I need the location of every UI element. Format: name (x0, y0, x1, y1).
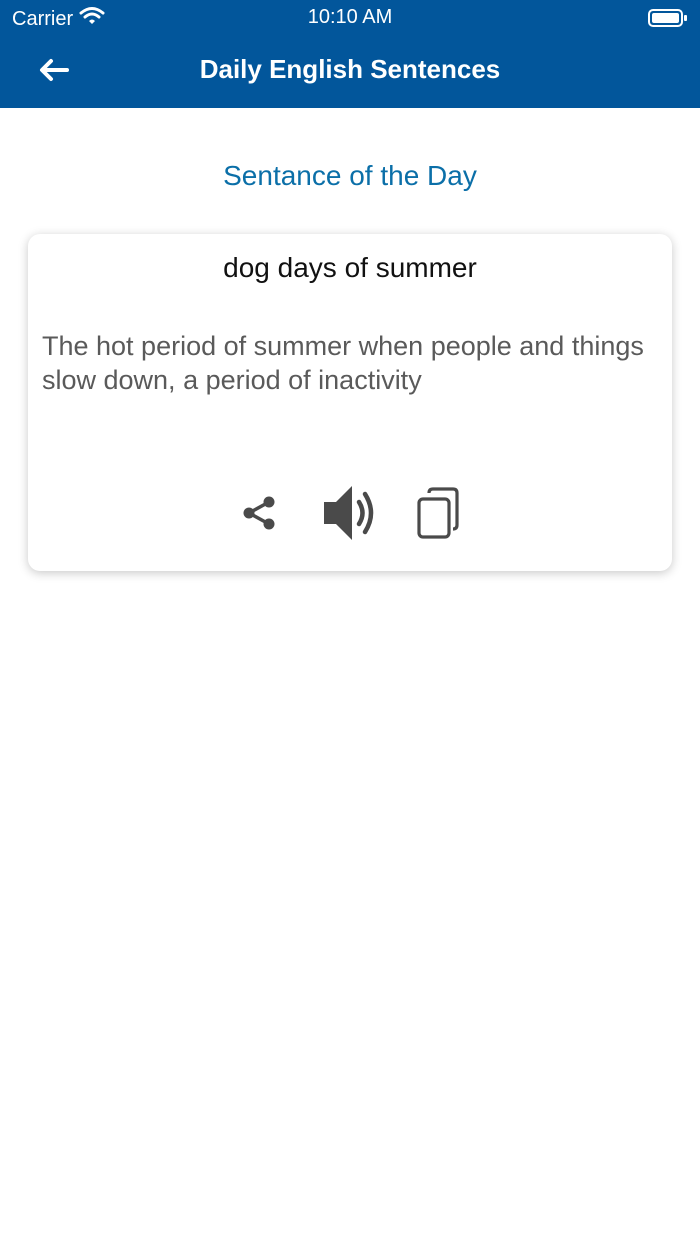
status-time: 10:10 AM (307, 6, 393, 28)
copy-button[interactable] (412, 480, 464, 550)
speaker-icon (320, 480, 378, 551)
nav-bar: Daily English Sentences (0, 36, 700, 108)
share-icon (239, 493, 279, 538)
sentence-card: dog days of summer The hot period of sum… (28, 234, 672, 571)
battery-icon (648, 8, 688, 33)
share-button[interactable] (234, 480, 284, 550)
sentence-meaning: The hot period of summer when people and… (42, 331, 644, 395)
card-actions (28, 480, 672, 550)
sentence-phrase: dog days of summer (223, 252, 477, 283)
section-title: Sentance of the Day (223, 160, 477, 191)
page-title: Daily English Sentences (199, 54, 501, 84)
status-bar: Carrier 10:10 AM (0, 0, 700, 36)
speak-button[interactable] (318, 480, 380, 550)
app-header: Carrier 10:10 AM Daily English Sentences (0, 0, 700, 108)
copy-icon (415, 485, 461, 546)
